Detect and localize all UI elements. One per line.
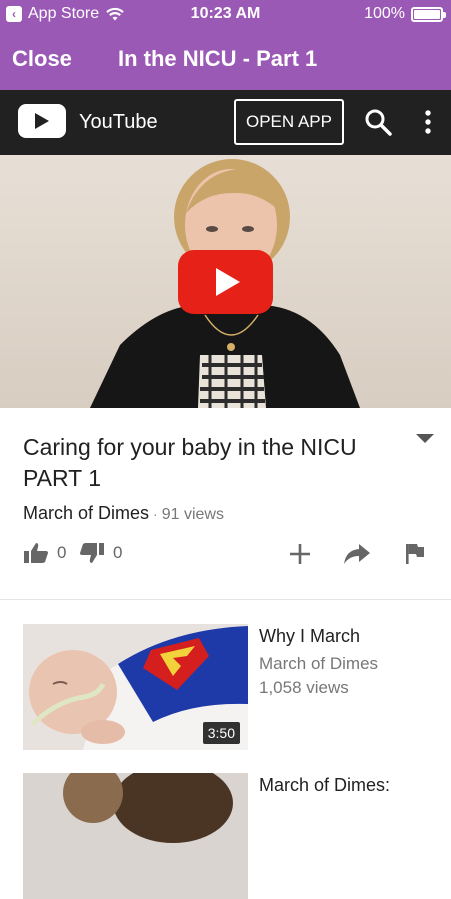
open-app-button[interactable]: OPEN APP: [234, 99, 344, 145]
like-count: 0: [57, 543, 67, 562]
video-title: Caring for your baby in the NICU PART 1: [23, 434, 357, 491]
video-actions: 0 0: [23, 542, 433, 572]
meta-separator: ·: [153, 506, 158, 522]
more-vert-icon[interactable]: [420, 108, 436, 136]
youtube-header: YouTube OPEN APP: [0, 90, 451, 155]
app-navbar: Close In the NICU - Part 1: [0, 30, 451, 90]
battery-status: 100%: [364, 5, 446, 23]
view-count: 91 views: [161, 506, 224, 523]
related-title[interactable]: Why I March: [259, 626, 360, 647]
youtube-brand[interactable]: YouTube: [79, 111, 158, 134]
add-to-playlist-icon[interactable]: [288, 542, 312, 566]
related-video-item[interactable]: 3:50 Why I March March of Dimes 1,058 vi…: [0, 624, 451, 754]
battery-icon: [411, 6, 446, 22]
video-duration: 3:50: [202, 722, 240, 744]
related-thumbnail[interactable]: 3:50: [23, 624, 248, 750]
dislike-button[interactable]: 0: [79, 542, 122, 564]
video-meta: March of Dimes · 91 views: [23, 503, 224, 524]
related-video-item[interactable]: March of Dimes:: [0, 773, 451, 899]
thumbs-down-icon: [80, 543, 104, 563]
channel-name[interactable]: March of Dimes: [23, 503, 149, 523]
share-icon[interactable]: [343, 542, 371, 566]
youtube-logo-icon[interactable]: [18, 104, 66, 138]
flag-icon[interactable]: [404, 542, 426, 566]
status-bar: ‹ App Store 10:23 AM 100%: [0, 0, 451, 30]
related-thumbnail[interactable]: [23, 773, 248, 899]
page-title: In the NICU - Part 1: [118, 46, 318, 71]
close-button[interactable]: Close: [12, 46, 72, 72]
battery-percent: 100%: [364, 5, 405, 22]
like-button[interactable]: 0: [23, 542, 66, 564]
related-views: 1,058 views: [259, 678, 349, 697]
related-thumbnail-image: [23, 773, 248, 899]
expand-details-icon[interactable]: [416, 434, 434, 443]
dislike-count: 0: [113, 543, 123, 562]
related-title[interactable]: March of Dimes:: [259, 775, 390, 796]
related-channel: March of Dimes: [259, 654, 379, 673]
play-button[interactable]: [178, 250, 273, 314]
thumbs-up-icon: [24, 543, 48, 563]
video-info: Caring for your baby in the NICU PART 1 …: [0, 408, 451, 600]
search-icon[interactable]: [364, 108, 392, 136]
